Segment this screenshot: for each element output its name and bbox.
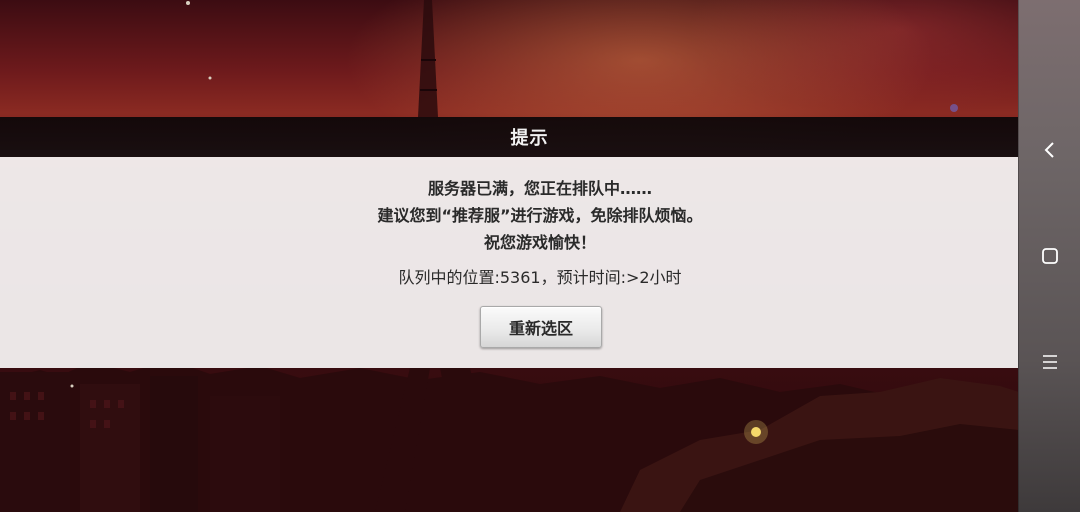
menu-icon — [1042, 355, 1057, 369]
dialog-title: 提示 — [510, 128, 549, 149]
recommend-server-message: 建议您到“推荐服”进行游戏，免除排队烦恼。 — [377, 206, 703, 225]
dialog-header: 提示 — [0, 117, 1019, 157]
menu-button[interactable] — [1019, 342, 1080, 382]
server-full-message: 服务器已满，您正在排队中…… — [427, 179, 652, 198]
back-button[interactable] — [1019, 130, 1080, 170]
home-button[interactable] — [1019, 236, 1080, 276]
reselect-server-button[interactable]: 重新选区 — [480, 306, 602, 348]
greeting-message: 祝您游戏愉快！ — [483, 233, 596, 252]
queue-status: 队列中的位置:5361，预计时间:>2小时 — [398, 268, 682, 287]
dialog-body: 服务器已满，您正在排队中…… 建议您到“推荐服”进行游戏，免除排队烦恼。 祝您游… — [0, 157, 1019, 368]
home-icon — [1041, 248, 1058, 264]
system-navbar — [1018, 0, 1080, 512]
back-icon — [1044, 142, 1054, 158]
game-screen: 提示 服务器已满，您正在排队中…… 建议您到“推荐服”进行游戏，免除排队烦恼。 … — [0, 0, 1080, 512]
